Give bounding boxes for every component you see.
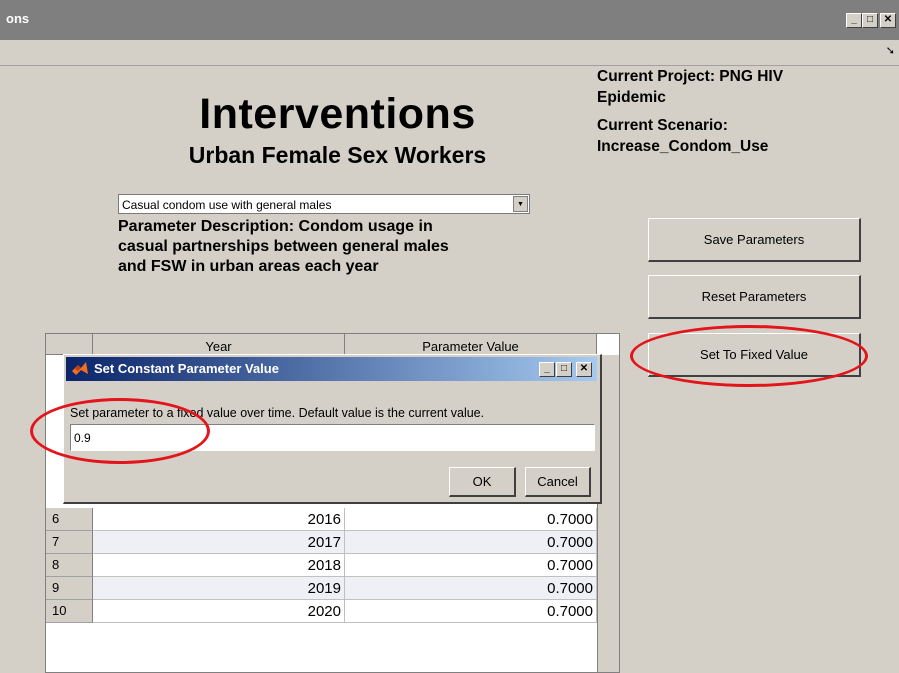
set-fixed-value-button[interactable]: Set To Fixed Value [648,333,861,377]
column-header-year[interactable]: Year [93,334,345,355]
row-index: 10 [46,600,93,623]
row-index: 6 [46,508,93,531]
parameter-description-line: casual partnerships between general male… [118,238,449,255]
save-parameters-button[interactable]: Save Parameters [648,218,861,262]
dialog-title: Set Constant Parameter Value [94,361,279,376]
close-button[interactable]: ✕ [880,13,896,28]
parameter-description-line: and FSW in urban areas each year [118,258,379,275]
project-name-cont: Epidemic [597,89,666,106]
table-corner-header [46,334,93,355]
window-title: ons [6,11,30,26]
parameter-select-value: Casual condom use with general males [122,198,332,212]
reset-parameters-button[interactable]: Reset Parameters [648,275,861,319]
value-cell[interactable]: 0.7000 [345,600,597,623]
scenario-name: Increase_Condom_Use [597,138,769,155]
parameter-select[interactable]: Casual condom use with general males ▼ [118,194,530,214]
dialog-minimize-button[interactable]: _ [539,362,555,377]
table-row[interactable]: 10 2020 0.7000 [46,600,619,623]
cancel-button[interactable]: Cancel [525,467,591,497]
dialog-titlebar: Set Constant Parameter Value _ □ ✕ [66,357,597,381]
parameter-description: Parameter Description: Condom usage in c… [118,217,558,277]
table-row[interactable]: 8 2018 0.7000 [46,554,619,577]
year-cell[interactable]: 2018 [93,554,345,577]
row-index: 8 [46,554,93,577]
dialog-prompt: Set parameter to a fixed value over time… [70,406,485,420]
row-index: 9 [46,577,93,600]
year-cell[interactable]: 2016 [93,508,345,531]
table-row[interactable]: 9 2019 0.7000 [46,577,619,600]
value-cell[interactable]: 0.7000 [345,554,597,577]
value-cell[interactable]: 0.7000 [345,508,597,531]
set-constant-value-dialog: Set Constant Parameter Value _ □ ✕ Set p… [63,354,602,504]
window-titlebar: ons _ □ ✕ [0,0,899,40]
year-cell[interactable]: 2019 [93,577,345,600]
toolbar-expand-icon[interactable]: ➘ [886,44,895,57]
minimize-button[interactable]: _ [846,13,862,28]
ok-button[interactable]: OK [449,467,516,497]
table-row[interactable]: 7 2017 0.7000 [46,531,619,554]
value-cell[interactable]: 0.7000 [345,531,597,554]
year-cell[interactable]: 2017 [93,531,345,554]
chevron-down-icon[interactable]: ▼ [513,196,528,212]
matlab-logo-icon [72,362,88,375]
toolbar: ➘ [0,40,899,66]
project-label: Current Project: PNG HIV [597,68,784,85]
row-index: 7 [46,531,93,554]
parameter-description-line: Parameter Description: Condom usage in [118,218,433,235]
column-header-value[interactable]: Parameter Value [345,334,597,355]
table-row[interactable]: 6 2016 0.7000 [46,508,619,531]
fixed-value-input[interactable] [70,424,595,451]
dialog-close-button[interactable]: ✕ [576,362,592,377]
page-subtitle: Urban Female Sex Workers [188,142,487,168]
maximize-button[interactable]: □ [862,13,878,28]
year-cell[interactable]: 2020 [93,600,345,623]
value-cell[interactable]: 0.7000 [345,577,597,600]
scenario-label: Current Scenario: [597,117,728,134]
page-title: Interventions [199,90,476,138]
dialog-maximize-button[interactable]: □ [556,362,572,377]
